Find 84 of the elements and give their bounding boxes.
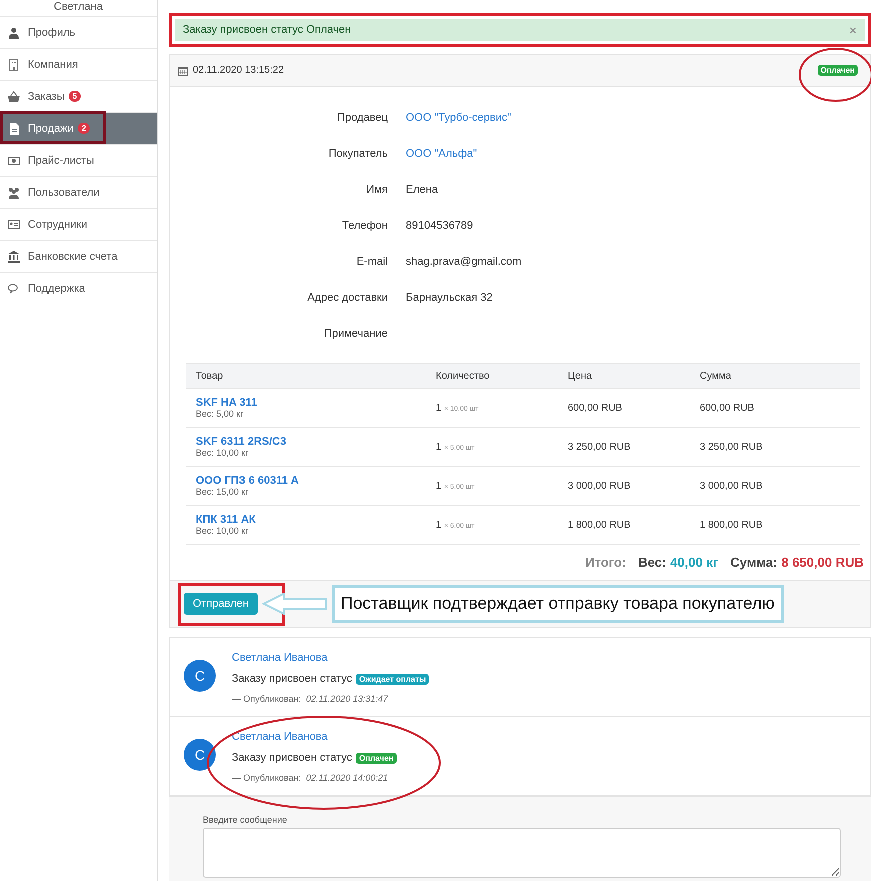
sidebar-item[interactable]: Банковские счета xyxy=(0,240,157,272)
callout-arrow xyxy=(262,593,328,615)
published-date: 02.11.2020 13:31:47 xyxy=(306,694,388,704)
totals-label: Итого: xyxy=(585,555,626,570)
product-weight: Вес: 10,00 кг xyxy=(196,526,249,536)
avatar: С xyxy=(184,739,216,771)
field-label: E-mail xyxy=(356,255,388,270)
product-weight: Вес: 5,00 кг xyxy=(196,408,244,418)
field-label: Адрес доставки xyxy=(306,291,388,306)
quantity: 1 xyxy=(436,480,442,492)
avatar: С xyxy=(184,660,216,692)
building-icon xyxy=(8,58,20,70)
table-cell: 1 800,00 RUB xyxy=(558,506,690,544)
field-label: Примечание xyxy=(323,327,388,342)
column-header: Цена xyxy=(558,364,690,388)
sum-label: Сумма: xyxy=(730,555,778,570)
total-weight: 40,00 кг xyxy=(670,555,719,570)
order-date: 02.11.2020 13:15:22 xyxy=(193,65,284,76)
product-link[interactable]: SKF 6311 2RS/C3 xyxy=(196,436,416,448)
link-text[interactable]: ООО "Альфа" xyxy=(406,148,478,160)
published-label: — Опубликован: xyxy=(232,773,302,783)
weight-label: Вес: xyxy=(638,555,666,570)
shipped-button[interactable]: Отправлен xyxy=(184,592,258,614)
table-cell: 3 000,00 RUB xyxy=(690,466,860,506)
column-header: Товар xyxy=(186,364,426,388)
sidebar-item[interactable]: Сотрудники xyxy=(0,208,157,240)
field-value: Барнаульская 32 xyxy=(406,292,493,304)
published-label: — Опубликован: xyxy=(232,694,302,704)
chat-icon xyxy=(8,282,20,294)
field-value: shag.prava@gmail.com xyxy=(406,256,522,268)
count-badge: 5 xyxy=(68,91,82,102)
product-weight: Вес: 10,00 кг xyxy=(196,448,249,458)
message-label: Введите сообщение xyxy=(203,815,288,825)
user-name: Светлана xyxy=(54,0,103,14)
sidebar-item[interactable]: Компания xyxy=(0,48,157,80)
table-cell: 3 250,00 RUB xyxy=(558,428,690,466)
sidebar-item[interactable]: Профиль xyxy=(0,16,157,48)
id-card-icon xyxy=(8,218,20,230)
basket-icon xyxy=(8,90,20,102)
table-cell: 600,00 RUB xyxy=(558,388,690,428)
sidebar-item[interactable]: Продажи 2 xyxy=(0,112,157,144)
quantity: 1 xyxy=(436,520,442,530)
author-link[interactable]: Светлана Иванова xyxy=(232,652,430,664)
comment-text: Заказу присвоен статус xyxy=(232,673,352,685)
banknote-icon xyxy=(8,154,20,166)
product-weight: Вес: 15,00 кг xyxy=(196,486,249,496)
comment-text: Заказу присвоен статус xyxy=(232,752,352,764)
sidebar-item[interactable]: Пользователи xyxy=(0,176,157,208)
total-sum: 8 650,00 RUB xyxy=(782,555,864,570)
status-badge: Оплачен xyxy=(356,752,397,764)
count-badge: 2 xyxy=(78,123,90,134)
product-link[interactable]: SKF HA 311 xyxy=(196,396,416,408)
document-icon xyxy=(8,122,20,134)
column-header: Количество xyxy=(426,364,558,388)
table-cell: 3 000,00 RUB xyxy=(558,466,690,506)
quantity: 1 xyxy=(436,402,442,414)
close-button[interactable]: × xyxy=(849,22,857,38)
status-badge: Оплачен xyxy=(818,65,858,76)
field-value: 89104536789 xyxy=(406,220,474,232)
sidebar-item[interactable]: Поддержка xyxy=(0,272,157,304)
people-icon xyxy=(8,186,20,198)
calendar-icon xyxy=(178,66,188,76)
product-link[interactable]: КПК 311 АК xyxy=(196,514,416,526)
published-date: 02.11.2020 14:00:21 xyxy=(306,773,388,783)
field-value: Елена xyxy=(406,184,438,196)
table-cell: 1 800,00 RUB xyxy=(690,506,860,544)
bank-icon xyxy=(8,250,20,262)
field-label: Имя xyxy=(366,183,388,198)
callout-note: Поставщик подтверждает отправку товара покупателю xyxy=(332,585,784,623)
author-link[interactable]: Светлана Иванова xyxy=(232,731,397,743)
sidebar-item[interactable]: Прайс-листы xyxy=(0,144,157,176)
field-label: Покупатель xyxy=(328,147,388,162)
product-link[interactable]: ООО ГПЗ 6 60311 А xyxy=(196,474,416,486)
column-header: Сумма xyxy=(690,364,860,388)
field-label: Телефон xyxy=(341,219,388,234)
field-label: Продавец xyxy=(336,111,388,126)
message-field[interactable] xyxy=(203,828,841,878)
quantity: 1 xyxy=(436,442,442,452)
status-badge: Ожидает оплаты xyxy=(356,674,430,684)
alert-text: Заказу присвоен статус Оплачен xyxy=(183,24,352,36)
person-icon xyxy=(8,26,20,38)
table-cell: 3 250,00 RUB xyxy=(690,428,860,466)
table-cell: 600,00 RUB xyxy=(690,388,860,428)
link-text[interactable]: ООО "Турбо-сервис" xyxy=(406,112,512,124)
